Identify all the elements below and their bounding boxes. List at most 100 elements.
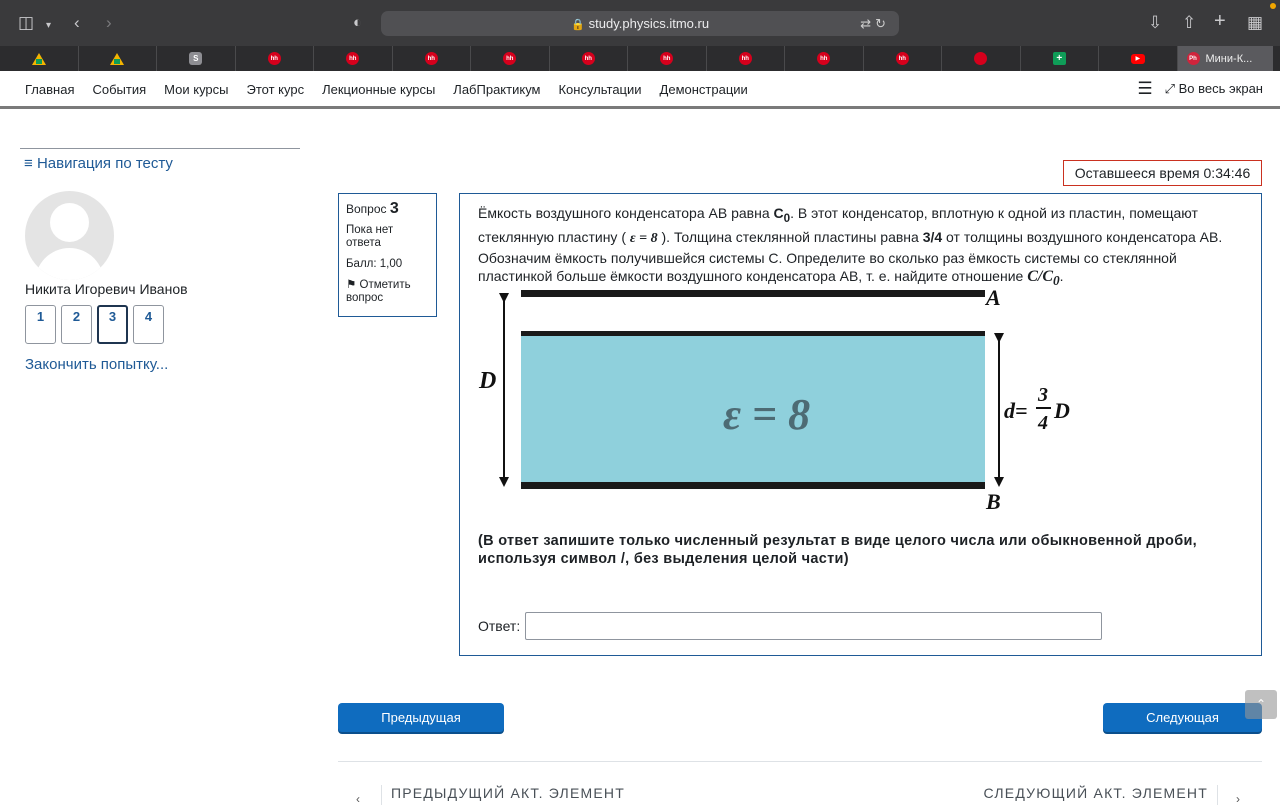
- answer-input[interactable]: [525, 612, 1102, 640]
- hh-icon: hh: [738, 52, 752, 65]
- drawer-toggle-icon[interactable]: ☰: [1137, 79, 1152, 99]
- tab[interactable]: hh: [785, 46, 864, 71]
- nav-link-consultations[interactable]: Консультации: [558, 82, 641, 97]
- tab[interactable]: [942, 46, 1021, 71]
- tab[interactable]: [79, 46, 157, 71]
- previous-activity-link[interactable]: ПРЕДЫДУЩИЙ АКТ. ЭЛЕМЕНТ: [381, 785, 625, 805]
- translate-reload-icon[interactable]: ⇄↻: [860, 11, 890, 36]
- hh-icon: hh: [346, 52, 360, 65]
- hh-icon: hh: [817, 52, 831, 65]
- nav-link-my-courses[interactable]: Мои курсы: [164, 82, 228, 97]
- capacitor-diagram: A B D ε = 8 d= 3 4 D: [478, 285, 1070, 514]
- back-icon[interactable]: ‹: [74, 13, 80, 33]
- question-label: Вопрос: [346, 202, 387, 216]
- activity-navigation: ‹ ПРЕДЫДУЩИЙ АКТ. ЭЛЕМЕНТ СЛЕДУЮЩИЙ АКТ.…: [338, 761, 1262, 806]
- label-D: D: [478, 368, 496, 394]
- next-page-button[interactable]: Следующая страница: [1103, 703, 1262, 754]
- answer-label: Ответ:: [478, 618, 521, 634]
- navbar-right: ☰ ⤢ Во весь экран: [1137, 71, 1263, 107]
- tab[interactable]: hh: [864, 46, 942, 71]
- question-text-part: ). Толщина стеклянной пластины равна: [657, 229, 923, 246]
- url-text: study.physics.itmo.ru: [588, 16, 710, 31]
- flag-question-label: Отметить вопрос: [346, 279, 411, 304]
- sidebar-toggle-icon[interactable]: ◫: [18, 13, 34, 33]
- tab-overview-icon[interactable]: ▦: [1247, 13, 1263, 33]
- d-fraction-numerator: 3: [1037, 384, 1048, 406]
- chevron-left-icon[interactable]: ‹: [356, 792, 360, 806]
- nav-link-lecture-courses[interactable]: Лекционные курсы: [322, 82, 435, 97]
- d-tail-D: D: [1053, 398, 1070, 423]
- primary-nav: Главная События Мои курсы Этот курс Лекц…: [25, 71, 748, 107]
- google-drive-icon: [31, 52, 46, 65]
- tab[interactable]: +: [1021, 46, 1099, 71]
- chevron-down-icon[interactable]: ▾: [46, 16, 51, 36]
- fullscreen-button[interactable]: ⤢ Во весь экран: [1165, 81, 1263, 97]
- s-app-icon: S: [189, 52, 203, 65]
- google-drive-icon: [110, 52, 125, 65]
- nav-link-home[interactable]: Главная: [25, 82, 74, 97]
- question-state: Пока нет ответа: [346, 224, 394, 249]
- tab[interactable]: S: [157, 46, 236, 71]
- site-navbar: Главная События Мои курсы Этот курс Лекц…: [0, 71, 1280, 109]
- previous-page-button[interactable]: Предыдущая страница: [338, 703, 504, 754]
- thickness-ratio: 3/4: [922, 229, 943, 246]
- nav-link-lab[interactable]: ЛабПрактикум: [453, 82, 540, 97]
- hh-icon: hh: [581, 52, 595, 65]
- question-text-part: .: [1059, 268, 1064, 285]
- privacy-shield-icon[interactable]: ◐: [353, 13, 362, 33]
- forward-icon[interactable]: ›: [106, 13, 112, 33]
- tab[interactable]: hh: [236, 46, 314, 71]
- question-text-part: Ёмкость воздушного конденсатора АВ равна: [478, 205, 774, 221]
- address-bar[interactable]: 🔒 study.physics.itmo.ru ⇄↻: [381, 11, 899, 36]
- hh-icon: [974, 52, 988, 65]
- question-button-1[interactable]: 1: [25, 305, 56, 344]
- share-icon[interactable]: ⇧: [1182, 13, 1196, 33]
- nav-link-demonstrations[interactable]: Демонстрации: [660, 82, 748, 97]
- fullscreen-label: Во весь экран: [1178, 81, 1263, 96]
- new-tab-icon[interactable]: +: [1214, 11, 1226, 31]
- finish-attempt-link[interactable]: Закончить попытку...: [25, 356, 168, 373]
- tab[interactable]: hh: [628, 46, 707, 71]
- quiz-nav-title[interactable]: ≡ Навигация по тесту: [24, 155, 300, 172]
- tab[interactable]: ▶: [1099, 46, 1178, 71]
- time-remaining: Оставшееся время 0:34:46: [1063, 160, 1262, 186]
- question-button-3[interactable]: 3: [97, 305, 128, 344]
- quiz-nav-title-text: Навигация по тесту: [36, 155, 173, 172]
- tab[interactable]: hh: [471, 46, 550, 71]
- flag-question[interactable]: ⚑ Отметить вопрос: [346, 279, 429, 305]
- plate-a: [521, 290, 985, 297]
- question-button-2[interactable]: 2: [61, 305, 92, 344]
- download-icon[interactable]: ⇩: [1148, 13, 1162, 33]
- avatar: [25, 191, 114, 280]
- nav-link-events[interactable]: События: [92, 82, 146, 97]
- chevron-right-icon[interactable]: ›: [1236, 792, 1240, 806]
- label-A: A: [984, 285, 1001, 310]
- hh-icon: hh: [895, 52, 909, 65]
- question-number-value: 3: [389, 200, 399, 217]
- quiz-navigation-block: ≡ Навигация по тесту Никита Игоревич Ива…: [20, 148, 300, 373]
- tab[interactable]: hh: [314, 46, 393, 71]
- tab[interactable]: hh: [550, 46, 628, 71]
- glass-top-edge: [521, 331, 985, 336]
- tab-bar: S hh hh hh hh hh hh hh hh hh + ▶ Ph Мини-…: [0, 46, 1280, 71]
- active-tab[interactable]: Ph Мини-К...: [1177, 46, 1273, 71]
- tab[interactable]: hh: [707, 46, 785, 71]
- lock-icon: 🔒: [570, 19, 585, 31]
- hh-icon: hh: [660, 52, 674, 65]
- next-activity-link[interactable]: СЛЕДУЮЩИЙ АКТ. ЭЛЕМЕНТ: [984, 785, 1218, 805]
- tab[interactable]: hh: [393, 46, 471, 71]
- d-label: d=: [1004, 398, 1028, 423]
- question-button-4[interactable]: 4: [133, 305, 164, 344]
- hh-icon: hh: [424, 52, 438, 65]
- question-number: Вопрос 3: [346, 200, 429, 217]
- question-text: Ёмкость воздушного конденсатора АВ равна…: [478, 204, 1248, 291]
- youtube-icon: ▶: [1130, 53, 1145, 64]
- google-sheets-icon: +: [1052, 52, 1066, 65]
- notification-dot: [1270, 3, 1276, 9]
- tab[interactable]: [0, 46, 79, 71]
- back-to-top-button[interactable]: ⌃: [1245, 690, 1277, 719]
- flag-icon: ⚑: [346, 279, 357, 291]
- nav-link-this-course[interactable]: Этот курс: [247, 82, 305, 97]
- active-tab-title: Мини-К...: [1205, 52, 1253, 65]
- c0-symbol: C: [773, 205, 784, 221]
